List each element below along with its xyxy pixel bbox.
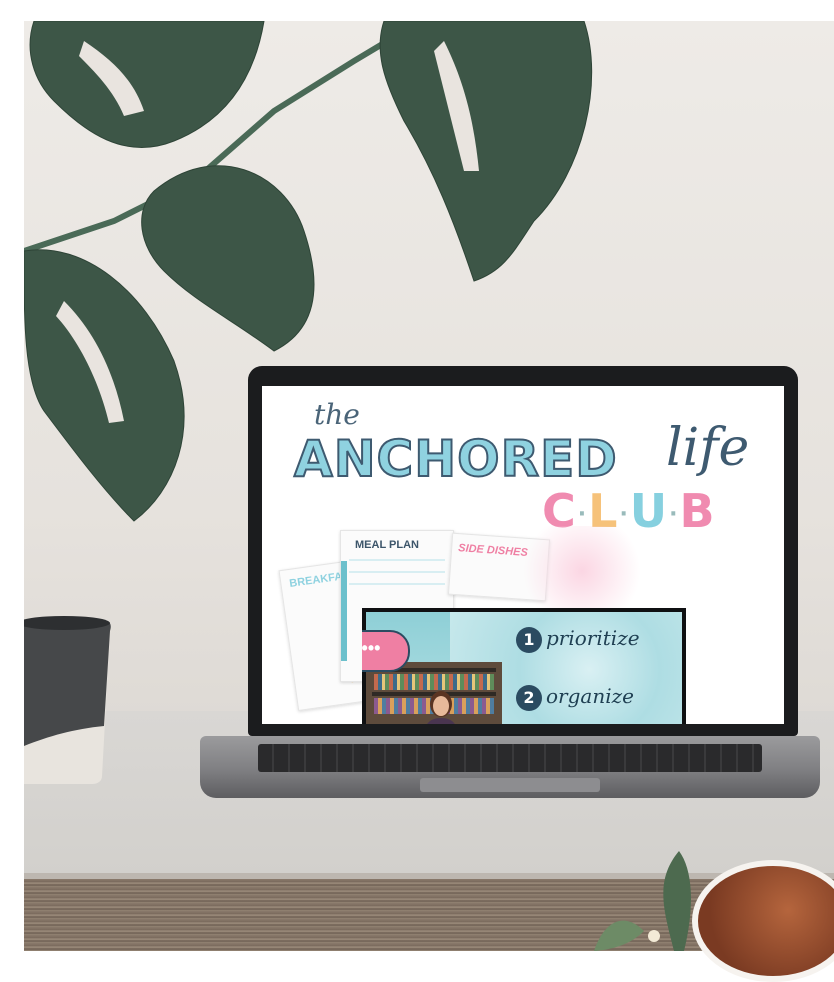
video-thumbnail: 1 prioritize 2 organize •••: [362, 608, 686, 724]
monstera-leaf-top: [29, 21, 265, 148]
number-badge: 2: [516, 685, 542, 711]
video-item-label: prioritize: [546, 626, 640, 650]
portrait-avatar: [692, 860, 834, 982]
brand-the-text: the: [314, 398, 360, 431]
photo-scene: the ANCHORED life C·L·U·B BREAKFAST MEAL…: [24, 21, 834, 951]
monstera-leaf-right: [379, 21, 593, 282]
laptop-trackpad: [420, 778, 600, 792]
pink-watercolor: [512, 526, 652, 616]
laptop-screen: the ANCHORED life C·L·U·B BREAKFAST MEAL…: [262, 386, 784, 724]
video-item-1: 1 prioritize: [516, 626, 640, 653]
video-item-2: 2 organize: [516, 684, 634, 711]
club-letter: B: [679, 484, 717, 538]
monstera-leaf-middle: [141, 165, 315, 352]
laptop: the ANCHORED life C·L·U·B BREAKFAST MEAL…: [200, 366, 820, 806]
speech-bubble: •••: [362, 630, 410, 672]
ceramic-cup: [24, 616, 111, 784]
paper-title: MEAL PLAN: [355, 539, 419, 551]
laptop-keyboard: [258, 744, 762, 772]
number-badge: 1: [516, 627, 542, 653]
brand-life-text: life: [666, 418, 750, 478]
video-item-label: organize: [546, 684, 634, 708]
presenter-person: [427, 691, 455, 724]
brand-anchored-text: ANCHORED: [293, 429, 618, 489]
